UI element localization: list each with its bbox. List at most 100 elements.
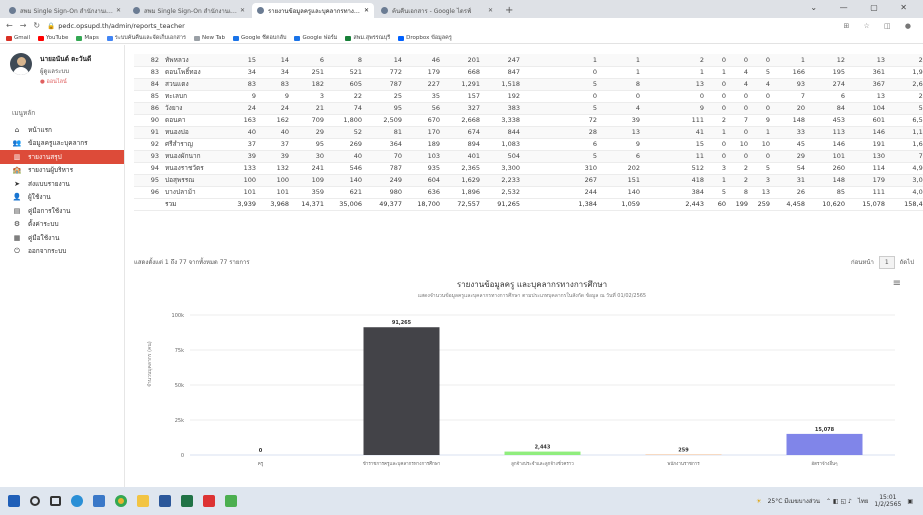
bookmark-item[interactable]: Maps [76,35,99,41]
sidebar-item[interactable]: 👤 ผู้ใช้งาน [0,191,124,205]
file-explorer-icon[interactable] [137,495,149,507]
tray-icons[interactable]: ⌃ ◧ ◱ ♪ [826,498,852,505]
table-cell: 83 [226,78,259,91]
chart-y-tick-label: 25k [175,418,184,424]
chart-bar[interactable] [504,451,581,455]
tab-title: สพม Single Sign-On สำนักงานเขต [144,7,237,15]
table-cell-name: หนองราชวัตร [162,162,226,175]
clock[interactable]: 15:01 1/2/2565 [874,494,901,508]
bookmark-item[interactable]: Dropbox ข้อมูลครู [398,34,452,42]
browser-tab[interactable]: สพม Single Sign-On สำนักงานเขต ✕ [128,3,250,18]
search-icon[interactable] [30,496,40,506]
pdf-icon[interactable] [203,495,215,507]
language-indicator[interactable]: ไทย [858,496,869,506]
table-cell: 364 [365,138,405,151]
bookmark-item[interactable]: Gmail [6,35,30,41]
window-controls[interactable]: ⌄ — ▢ ✕ [810,3,917,12]
current-page-button[interactable]: 1 [878,255,895,269]
task-view-icon[interactable] [50,496,61,506]
table-cell: 13 [600,126,643,139]
sidebar-item[interactable]: 👥 ข้อมูลครูและบุคลากร [0,137,124,151]
new-tab-button[interactable]: + [500,3,518,18]
back-icon[interactable]: ← [6,21,13,30]
send-icon: ➤ [14,179,20,188]
tab-title: สพม Single Sign-On สำนักงานเขต [20,7,113,15]
table-cell: 1,384 [523,198,600,211]
table-cell: 5 [523,78,600,91]
weather-text[interactable]: 25°C มีเมฆบางส่วน [768,496,820,506]
user-name: นายอนันต์ ตะวันดี [40,55,92,63]
tab-close-icon[interactable]: ✕ [240,7,245,14]
photos-icon[interactable] [225,495,237,507]
table-cell: 2,365 [443,162,483,175]
logout-icon: ⏻ [14,246,20,255]
table-cell: 85 [808,186,848,199]
table-cell: 39 [600,114,643,127]
url-field[interactable]: 🔒 pedc.opsupd.th/admin/reports_teacher [47,22,843,30]
next-page-button[interactable]: ถัดไป [900,257,914,267]
browser-tab[interactable]: สพม Single Sign-On สำนักงานเขต ✕ [4,3,126,18]
reload-icon[interactable]: ↻ [33,21,40,30]
edge-browser-icon[interactable] [71,495,83,507]
table-cell: 401 [443,150,483,163]
table-cell: 132 [259,162,292,175]
bookmark-item[interactable]: YouTube [38,35,68,41]
table-cell: 34 [259,66,292,79]
table-row: 83 ดอนโพธิ์ทอง 34 34 251 521 772 179 668 847 0 1 1 1 4… [134,66,923,79]
table-cell: 0 [707,78,729,91]
tab-close-icon[interactable]: ✕ [488,7,493,14]
bookmark-item[interactable]: New Tab [193,35,225,41]
sidebar-item[interactable]: ⌂ หน้าแรก [0,123,124,137]
table-cell: 84 [808,102,848,115]
sidebar-item[interactable]: 🏫 รายงานผู้บริหาร [0,164,124,178]
bookmark-label: Google ฟอร์ม [302,35,338,41]
table-cell: 7 [729,114,751,127]
word-icon[interactable] [159,495,171,507]
chart-bar[interactable] [363,327,440,455]
sidebar-item[interactable]: ➤ ส่งแบบรายงาน [0,177,124,191]
prev-page-button[interactable]: ก่อนหน้า [851,257,874,267]
table-cell: 3 [751,174,773,187]
tab-close-icon[interactable]: ✕ [364,7,369,14]
chart-category-label: อัตราจ้างอื่นๆ [811,460,838,467]
excel-icon[interactable] [181,495,193,507]
browser-tab[interactable]: รายงานข้อมูลครูและบุคลากรทางการศึกษา✕ [252,3,374,18]
bookmark-item[interactable]: Google ชีตอบกลับ [233,34,286,42]
bookmark-item[interactable]: ระบบค้นคืนและจัดเก็บเอกสาร [106,34,186,42]
chart-bar[interactable] [786,433,863,455]
sidebar-item[interactable]: ▥ รายงานสรุป [0,150,124,164]
sidebar-item[interactable]: ▦ คู่มือใช้งาน [0,231,124,245]
windows-start-icon[interactable] [8,495,20,507]
table-cell: 8 [327,54,365,67]
sidebar-item[interactable]: ▤ คู่มือการใช้งาน [0,204,124,218]
sidebar-item[interactable]: ⚙ ตั้งค่าระบบ [0,218,124,232]
table-cell: 674 [443,126,483,139]
sidebar: นายอนันต์ ตะวันดี ผู้ดูแลระบบ ● ออนไลน์ … [0,45,125,487]
sidebar-item-label: ข้อมูลครูและบุคลากร [28,139,88,148]
chrome-icon[interactable] [115,495,127,507]
tab-close-icon[interactable]: ✕ [116,7,121,14]
table-cell: 260 [808,162,848,175]
bookmark-item[interactable]: Google ฟอร์ม [294,34,337,42]
table-cell: 40 [226,126,259,139]
forward-icon[interactable]: → [20,21,27,30]
extension-icons[interactable]: ⊞ ☆ ◫ ● [843,22,917,30]
store-icon[interactable] [93,495,105,507]
browser-tab[interactable]: ค้นคืนเอกสาร - Google ไดรฟ์ ✕ [376,3,498,18]
table-cell: 70 [365,150,405,163]
weather-icon[interactable]: ☀ [756,498,761,505]
table-cell: 13 [643,78,707,91]
table-cell: 179 [405,66,443,79]
notifications-icon[interactable]: ▣ [907,498,913,505]
tab-favicon-icon [9,7,16,14]
table-cell: 2 [643,54,707,67]
table-cell-name: รวม [162,198,226,211]
menu-header: เมนูหลัก [12,109,36,117]
taskbar: ☀ 25°C มีเมฆบางส่วน ⌃ ◧ ◱ ♪ ไทย 15:01 1/… [0,487,923,515]
tab-favicon-icon [381,7,388,14]
table-cell: 772 [365,66,405,79]
bookmark-item[interactable]: สพม.สุพรรณบุรี [345,34,390,42]
sidebar-item[interactable]: ⏻ ออกจากระบบ [0,245,124,259]
table-cell: 0 [707,102,729,115]
table-cell-name: หนองบ่อ [162,126,226,139]
